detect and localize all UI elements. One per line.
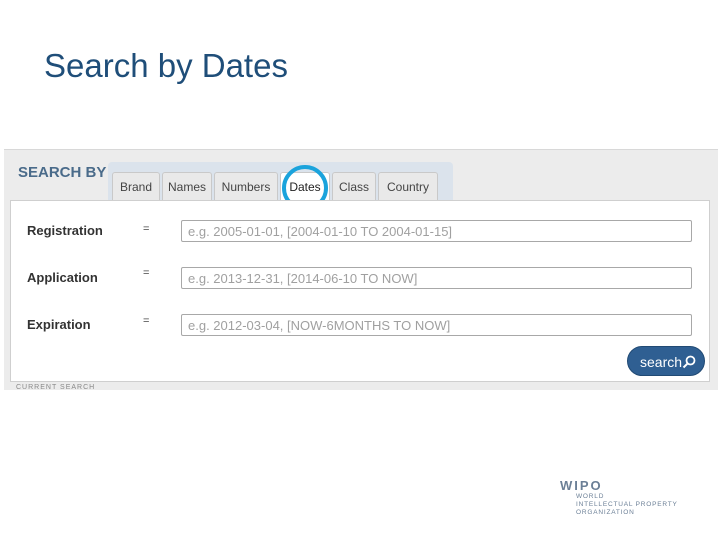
application-label: Application [27, 270, 98, 285]
magnifier-icon [682, 355, 696, 369]
wipo-logo-name: WIPO [560, 478, 603, 493]
wipo-logo-subtitle-1: WORLD [576, 493, 605, 500]
wipo-logo-subtitle-2: INTELLECTUAL PROPERTY [576, 501, 678, 508]
wipo-logo-subtitle-3: ORGANIZATION [576, 509, 635, 516]
expiration-operator: = [143, 315, 150, 327]
tab-class[interactable]: Class [332, 172, 376, 201]
search-panel: SEARCH BY Brand Names Numbers Dates Clas… [4, 149, 718, 390]
application-operator: = [143, 267, 150, 279]
registration-operator: = [143, 223, 150, 235]
tab-country[interactable]: Country [378, 172, 438, 201]
expiration-label: Expiration [27, 317, 91, 332]
search-by-heading: SEARCH BY [18, 164, 107, 181]
wipo-logo: WIPO WORLD INTELLECTUAL PROPERTY ORGANIZ… [560, 478, 678, 517]
application-date-input[interactable] [181, 267, 692, 289]
expiration-date-input[interactable] [181, 314, 692, 336]
date-search-form: Registration = Application = Expiration … [10, 200, 710, 382]
tab-dates[interactable]: Dates [280, 172, 330, 203]
current-search-label: CURRENT SEARCH [16, 384, 96, 390]
search-button-label: search [640, 354, 683, 370]
tab-names[interactable]: Names [162, 172, 212, 201]
search-button[interactable]: search [627, 346, 705, 376]
tab-numbers[interactable]: Numbers [214, 172, 278, 201]
registration-label: Registration [27, 223, 103, 238]
tab-brand[interactable]: Brand [112, 172, 160, 201]
registration-date-input[interactable] [181, 220, 692, 242]
slide-title: Search by Dates [44, 47, 288, 84]
